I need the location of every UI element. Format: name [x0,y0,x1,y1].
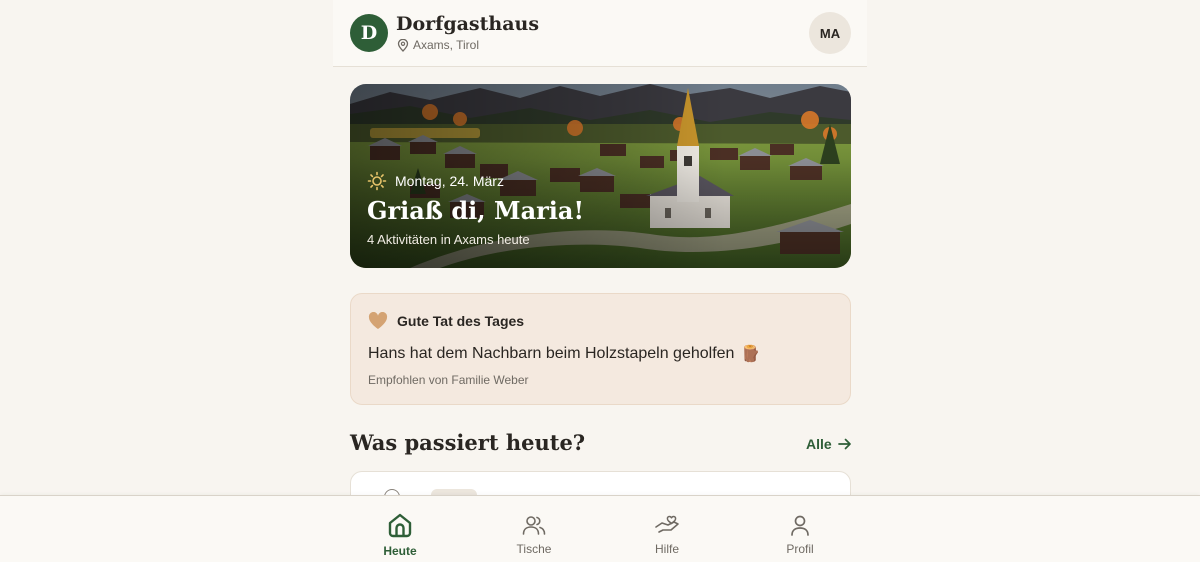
nav-label-heute: Heute [383,544,417,558]
see-all-label: Alle [806,436,832,452]
today-section-title: Was passiert heute? [350,430,586,455]
see-all-link[interactable]: Alle [806,436,852,452]
nav-item-hilfe[interactable]: Hilfe [627,496,707,562]
sun-icon [367,171,387,191]
location-label: Axams, Tirol [413,38,480,52]
hero-greeting: Griaß di, Maria! [367,196,584,225]
app-column: D Dorfgasthaus Axams, Tirol MA Montag, 2… [333,0,867,495]
hero-date-row: Montag, 24. März [367,171,504,191]
nav-item-profil[interactable]: Profil [760,496,840,562]
brand-location: Axams, Tirol [397,38,479,52]
activity-card[interactable] [350,471,851,495]
bottom-navigation: Heute Tische Hilfe Profil [0,495,1200,562]
good-deed-card[interactable]: Gute Tat des Tages Hans hat dem Nachbarn… [350,293,851,405]
wood-icon: 🪵 [740,346,761,363]
heart-icon [368,312,388,329]
brand-name: Dorfgasthaus [396,13,540,35]
hero-banner: Montag, 24. März Griaß di, Maria! 4 Akti… [350,84,851,268]
good-deed-text: Hans hat dem Nachbarn beim Holzstapeln g… [368,345,735,362]
people-icon [522,516,546,535]
helping-hand-icon [655,515,679,533]
home-icon [388,513,412,538]
good-deed-recommendation: Empfohlen von Familie Weber [368,373,529,387]
nav-label-profil: Profil [786,542,814,556]
good-deed-title: Gute Tat des Tages [397,313,525,329]
arrow-right-icon [837,438,851,450]
good-deed-header: Gute Tat des Tages [368,312,524,330]
brand-logo[interactable]: D [350,14,388,52]
hero-subtitle: 4 Aktivitäten in Axams heute [367,232,530,247]
nav-item-tische[interactable]: Tische [494,496,574,562]
good-deed-text-row: Hans hat dem Nachbarn beim Holzstapeln g… [368,344,760,364]
nav-item-heute[interactable]: Heute [360,496,440,562]
nav-label-tische: Tische [516,542,552,556]
user-icon [791,515,809,536]
avatar[interactable]: MA [809,12,851,54]
hero-date: Montag, 24. März [395,173,504,189]
app-header: D Dorfgasthaus Axams, Tirol MA [333,0,867,67]
location-pin-icon [397,38,409,52]
nav-label-hilfe: Hilfe [654,542,679,556]
